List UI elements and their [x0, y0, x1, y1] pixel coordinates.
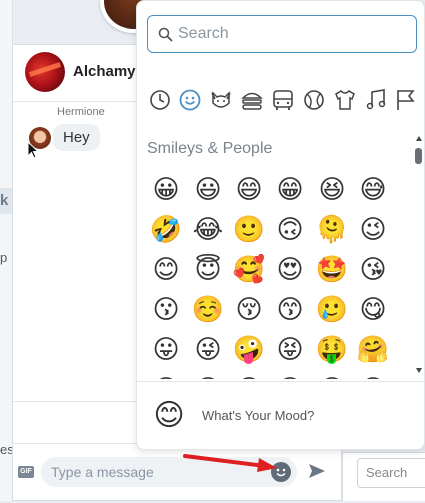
smiley-icon	[273, 464, 289, 480]
emoji-item[interactable]: 😃	[191, 173, 225, 207]
music-icon[interactable]	[363, 87, 389, 113]
emoji-item[interactable]: 🫠	[315, 213, 349, 247]
right-panel: Search	[342, 452, 425, 501]
emoji-item[interactable]: 😀	[149, 173, 183, 207]
chat-avatar[interactable]	[25, 52, 65, 92]
emoji-item[interactable]: 🙃	[273, 213, 307, 247]
emoji-item[interactable]: 😀	[315, 373, 349, 379]
background-tag: k	[0, 188, 12, 214]
emoji-item[interactable]: 🙂	[232, 213, 266, 247]
emoji-item[interactable]: ☺️	[191, 293, 225, 327]
emoji-item[interactable]: 😛	[149, 333, 183, 367]
right-search-input[interactable]: Search	[357, 458, 425, 488]
emoji-item[interactable]: 🤣	[149, 213, 183, 247]
emoji-item[interactable]: 😊	[149, 253, 183, 287]
emoji-section-title: Smileys & People	[147, 140, 273, 157]
emoji-item[interactable]: 🥲	[315, 293, 349, 327]
emoji-item[interactable]: 😉	[356, 213, 390, 247]
emoji-category-bar	[147, 87, 417, 113]
message-composer: GIF	[13, 443, 341, 503]
send-icon[interactable]	[307, 461, 327, 481]
emoji-item[interactable]: 😀	[273, 373, 307, 379]
emoji-item[interactable]: 🥰	[232, 253, 266, 287]
bus-icon[interactable]	[270, 87, 296, 113]
mood-bar[interactable]: 😊 What's Your Mood?	[137, 381, 424, 449]
search-icon	[158, 27, 173, 42]
gif-icon[interactable]: GIF	[18, 466, 34, 478]
emoji-item[interactable]: 😀	[356, 373, 390, 379]
emoji-item[interactable]: 😀	[149, 373, 183, 379]
mood-emoji[interactable]: 😊	[151, 398, 187, 434]
ball-icon[interactable]	[301, 87, 327, 113]
smiley-category-icon[interactable]	[177, 87, 203, 113]
emoji-item[interactable]: 😂	[191, 213, 225, 247]
message-sender: Hermione	[57, 106, 105, 118]
message-bubble: Hey	[53, 124, 100, 151]
emoji-item[interactable]: 🤩	[315, 253, 349, 287]
emoji-item[interactable]: 😀	[191, 373, 225, 379]
emoji-item[interactable]: 😅	[356, 173, 390, 207]
burger-icon[interactable]	[239, 87, 265, 113]
scrollbar-thumb[interactable]	[415, 148, 422, 164]
emoji-item[interactable]: 😄	[232, 173, 266, 207]
emoji-item[interactable]: 😆	[315, 173, 349, 207]
shirt-icon[interactable]	[332, 87, 358, 113]
emoji-item[interactable]: 😇	[191, 253, 225, 287]
emoji-item[interactable]: 🤪	[232, 333, 266, 367]
emoji-grid: 😀 😃 😄 😁 😆 😅 🤣 😂 🙂 🙃 🫠 😉 😊 😇 🥰 😍 🤩 😘 😗 ☺️…	[149, 173, 399, 379]
flag-icon[interactable]	[393, 87, 419, 113]
scroll-down-icon[interactable]	[416, 368, 422, 373]
emoji-item[interactable]: 😋	[356, 293, 390, 327]
emoji-item[interactable]: 😜	[191, 333, 225, 367]
emoji-item[interactable]: 😙	[273, 293, 307, 327]
background-fragment-p: p	[0, 250, 8, 265]
message-input[interactable]	[41, 457, 297, 487]
emoji-search-input[interactable]	[178, 16, 408, 52]
scroll-up-icon[interactable]	[416, 136, 422, 141]
emoji-item[interactable]: 😘	[356, 253, 390, 287]
emoji-item[interactable]: 😁	[273, 173, 307, 207]
cat-icon[interactable]	[208, 87, 234, 113]
emoji-item[interactable]: 😗	[149, 293, 183, 327]
chat-title[interactable]: Alchamy	[73, 63, 136, 80]
recent-clock-icon[interactable]	[147, 87, 173, 113]
emoji-item[interactable]: 🤑	[315, 333, 349, 367]
emoji-search[interactable]	[147, 15, 417, 53]
emoji-item[interactable]: 😚	[232, 293, 266, 327]
mouse-cursor-icon	[27, 141, 39, 159]
emoji-item[interactable]: 🤗	[356, 333, 390, 367]
emoji-item[interactable]: 😍	[273, 253, 307, 287]
emoji-picker: Smileys & People 😀 😃 😄 😁 😆 😅 🤣 😂 🙂 🙃 🫠 😉…	[136, 0, 425, 450]
emoji-item[interactable]: 😀	[232, 373, 266, 379]
emoji-item[interactable]: 😝	[273, 333, 307, 367]
mood-text: What's Your Mood?	[202, 408, 315, 423]
emoji-picker-button[interactable]	[271, 462, 291, 482]
